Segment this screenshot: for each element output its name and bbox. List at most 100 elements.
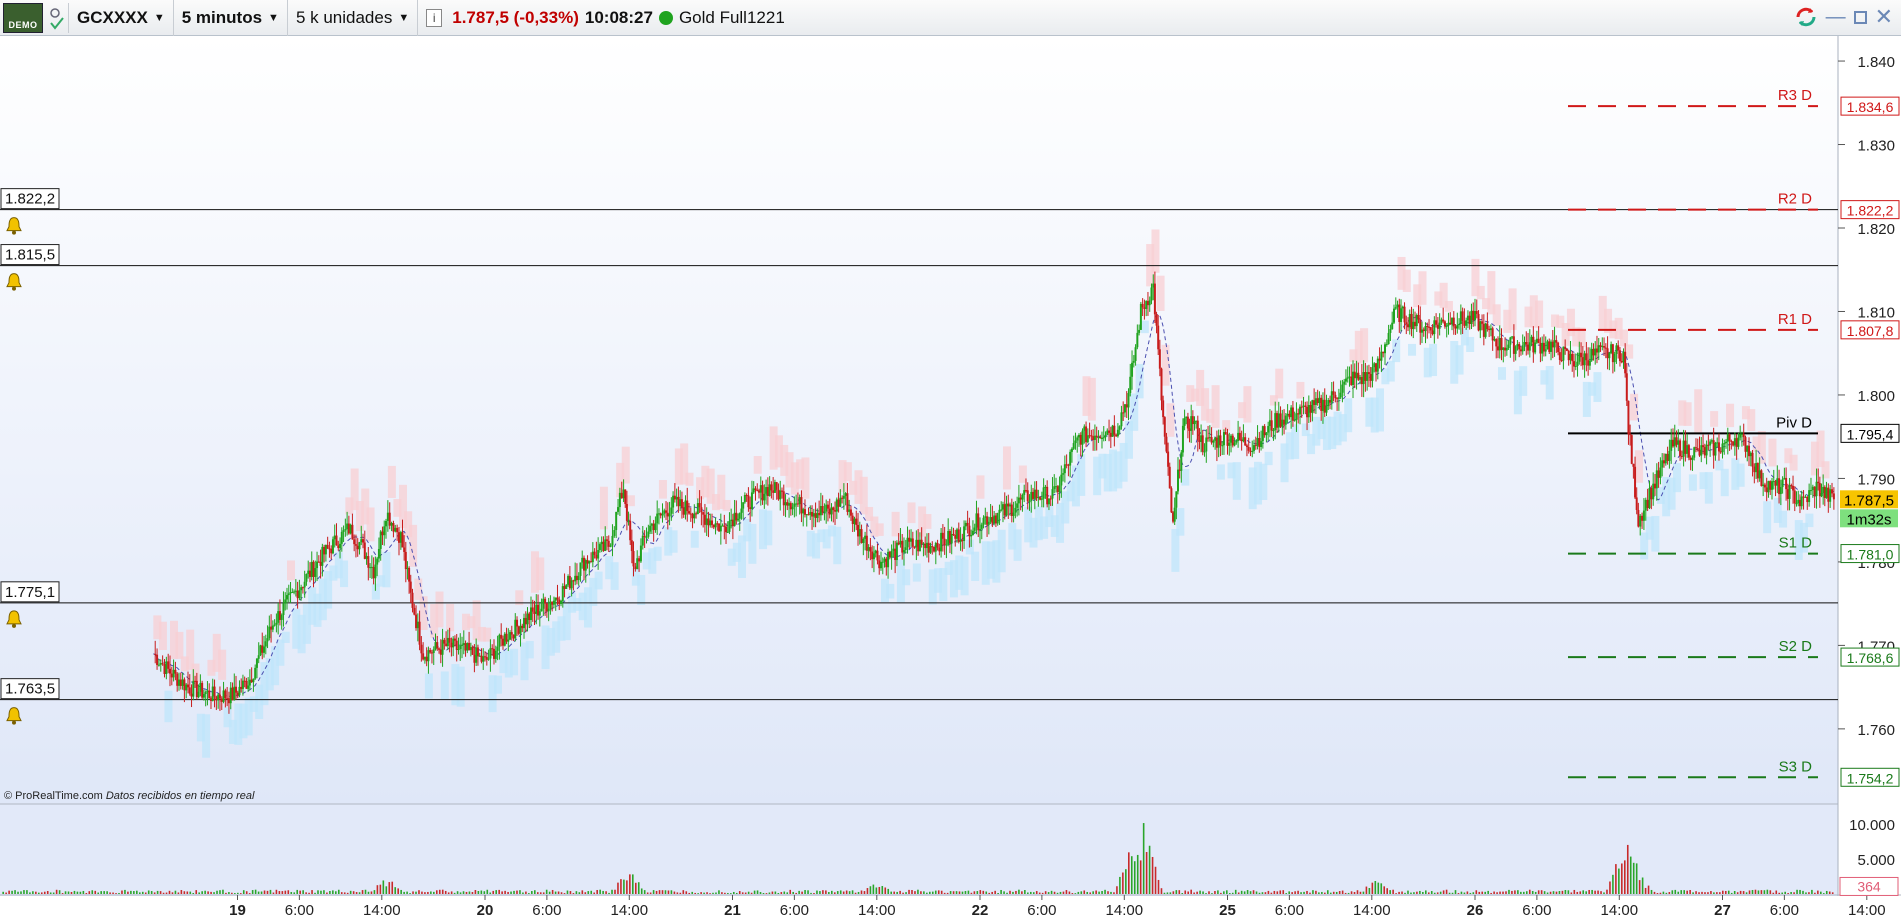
candle-body [1684,440,1687,454]
candle-body [1500,338,1503,350]
minimize-icon[interactable]: — [1826,6,1846,29]
candle-body [858,529,861,537]
y-tick-label: 1.830 [1857,138,1895,155]
candle-body [1601,346,1604,348]
close-icon[interactable]: ✕ [1875,4,1893,30]
candle-body [1772,481,1775,483]
timeframe-label: 5 minutos [181,7,263,27]
candle-body [880,561,882,569]
candle-body [1097,437,1100,439]
candle-body [1407,324,1410,328]
candle-body [1336,398,1339,400]
candle-body [940,532,943,552]
cloud-segment [1444,300,1453,312]
candle-body [1795,503,1798,505]
candle-body [1431,330,1434,335]
candle-body [595,554,598,559]
candle-body [747,495,750,508]
candle-body [1311,400,1314,413]
volume-bar [147,890,150,894]
volume-bar [789,889,792,894]
sync-icon[interactable] [1794,5,1818,29]
symbol-selector[interactable]: GCXXXX ▼ [69,0,174,36]
cloud-segment [722,499,731,511]
candle-body [763,493,766,501]
candle-body [1157,325,1160,350]
candle-body [1760,470,1763,487]
volume-bar [578,892,581,894]
candle-body [544,598,547,604]
candle-body [1024,490,1027,492]
volume-bar [572,893,575,894]
volume-bar [1644,887,1647,894]
candle-body [427,650,430,662]
cloud-segment [1535,300,1544,328]
volume-bar [1457,893,1460,894]
candle-body [811,511,814,517]
volume-bar [1306,890,1308,894]
candle-body [1709,441,1712,446]
volume-bar [337,889,340,894]
volume-bar [1618,868,1620,894]
candle-body [1781,479,1784,488]
volume-bar [349,890,352,894]
volume-bar [1353,892,1356,894]
info-icon[interactable]: i [426,8,443,27]
candle-body [1138,329,1141,333]
candle-body [686,500,689,512]
volume-bar [1151,856,1154,894]
volume-bar [563,893,566,894]
candle-body [1702,445,1705,448]
volume-bar [1326,890,1329,894]
volume-bar [946,892,949,894]
timeframe-selector[interactable]: 5 minutos ▼ [174,0,288,36]
restore-icon[interactable] [1853,10,1867,24]
app-logo[interactable]: DEMO [3,2,43,33]
candle-body [1539,343,1542,354]
candle-body [462,643,465,645]
volume-bar [510,891,512,894]
candle-body [1627,400,1630,435]
volume-bar [1671,890,1674,894]
candle-body [1588,360,1591,366]
volume-bar [1344,892,1347,894]
x-tick-label: 27 [1714,902,1731,919]
candle-body [819,506,822,516]
candle-body [1060,474,1063,486]
candle-body [436,642,439,649]
candle-body [1214,437,1217,441]
candle-body [654,523,657,531]
cloud-segment [382,551,391,588]
cloud-segment [971,551,980,581]
candle-body [533,611,536,614]
candle-body [663,510,666,514]
candle-body [1505,347,1508,351]
candle-body [742,502,745,509]
candle-body [709,520,712,526]
candle-body [772,490,775,493]
candle-body [528,613,531,620]
candle-body [169,668,171,674]
y-tick-label: 1.810 [1857,304,1895,321]
candle-body [1466,315,1469,321]
volume-bar [1665,892,1668,894]
cloud-segment [175,631,184,659]
units-selector[interactable]: 5 k unidades ▼ [288,0,419,36]
x-tick-label: 21 [724,902,741,919]
candle-body [261,645,264,653]
volume-bar [923,891,925,894]
link-icon[interactable] [46,2,69,33]
candle-body [1272,430,1275,432]
volume-bar [1315,890,1317,894]
candle-body [453,638,456,641]
volume-bar [1463,892,1466,894]
candle-body [211,686,214,701]
volume-bar [121,890,123,894]
candle-body [1279,413,1282,427]
candle-body [1251,450,1254,452]
price-chart[interactable]: 1.7601.7701.7801.7901.8001.8101.8201.830… [0,36,1901,921]
volume-bar [1817,890,1819,894]
volume-bar [1113,892,1115,894]
candle-body [1053,486,1056,490]
candle-body [835,499,838,512]
